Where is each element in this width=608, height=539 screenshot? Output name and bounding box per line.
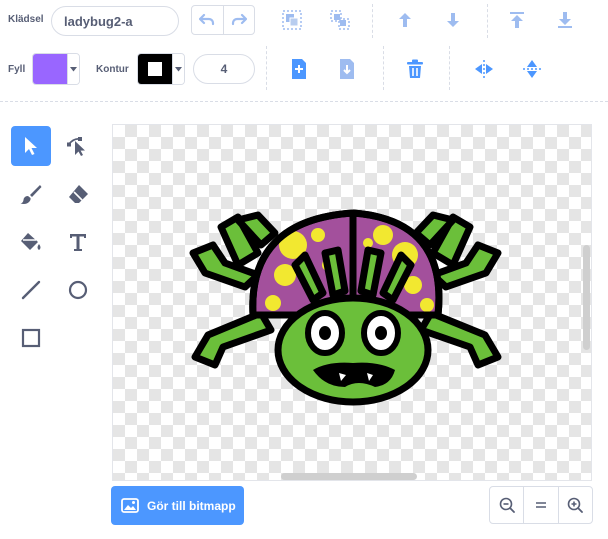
- group-icon: [282, 10, 302, 30]
- forward-icon: [399, 13, 411, 27]
- fill-tool[interactable]: [11, 222, 51, 262]
- brush-icon: [20, 185, 42, 204]
- toolbar-divider: [383, 46, 384, 90]
- chevron-down-icon: [175, 66, 182, 71]
- zoom-out-icon: [499, 497, 515, 513]
- undo-icon: [199, 13, 215, 26]
- ungroup-button[interactable]: [326, 6, 354, 34]
- zoom-controls: [489, 486, 593, 524]
- undo-button[interactable]: [192, 6, 223, 34]
- convert-to-bitmap-button[interactable]: Gör till bitmapp: [111, 486, 244, 525]
- zoom-in-icon: [568, 497, 584, 513]
- text-tool[interactable]: [58, 222, 98, 262]
- text-icon: [70, 234, 86, 251]
- toolbar-divider: [449, 46, 450, 90]
- rectangle-tool[interactable]: [11, 318, 51, 358]
- paint-bucket-icon: [21, 233, 41, 250]
- reshape-tool[interactable]: [58, 126, 98, 166]
- outline-width-input[interactable]: [193, 54, 255, 84]
- flip-horizontal-button[interactable]: [470, 55, 498, 83]
- vertical-scrollbar[interactable]: [583, 245, 590, 350]
- costume-name-input[interactable]: [51, 6, 179, 36]
- flip-vertical-icon: [523, 60, 541, 78]
- back-button[interactable]: [551, 6, 579, 34]
- horizontal-scrollbar[interactable]: [281, 473, 417, 480]
- fill-color-picker[interactable]: [32, 53, 80, 85]
- rectangle-icon: [21, 328, 41, 348]
- reshape-icon: [67, 137, 85, 156]
- zoom-in-button[interactable]: [557, 487, 592, 523]
- backward-icon: [447, 13, 459, 27]
- ungroup-icon: [330, 10, 350, 30]
- ladybug-costume[interactable]: [113, 125, 592, 481]
- redo-button[interactable]: [222, 6, 255, 34]
- copy-button[interactable]: [285, 55, 313, 83]
- flip-vertical-button[interactable]: [518, 55, 546, 83]
- flip-horizontal-icon: [475, 60, 493, 78]
- paint-canvas[interactable]: [112, 124, 592, 481]
- delete-icon: [407, 59, 423, 78]
- toolbar-divider: [266, 46, 267, 90]
- front-icon: [510, 12, 524, 28]
- chevron-down-icon: [70, 66, 77, 71]
- fill-label: Fyll: [8, 64, 26, 75]
- line-tool[interactable]: [11, 270, 51, 310]
- paste-button[interactable]: [333, 55, 361, 83]
- delete-button[interactable]: [401, 55, 429, 83]
- eraser-icon: [69, 185, 88, 203]
- toolbar-bottom-divider: [0, 101, 608, 102]
- costume-name-label: Klädsel: [8, 14, 44, 25]
- outline-color-swatch: [138, 54, 172, 84]
- copy-icon: [292, 59, 306, 79]
- zoom-out-button[interactable]: [490, 487, 523, 523]
- zoom-reset-icon: [535, 502, 546, 508]
- redo-icon: [231, 13, 247, 26]
- front-button[interactable]: [503, 6, 531, 34]
- backward-button[interactable]: [439, 6, 467, 34]
- toolbar-divider: [487, 4, 488, 38]
- fill-color-swatch: [33, 54, 67, 84]
- line-icon: [21, 280, 41, 300]
- select-arrow-icon: [25, 137, 37, 155]
- group-button[interactable]: [278, 6, 306, 34]
- paste-icon: [340, 59, 354, 79]
- outline-label: Kontur: [96, 64, 129, 75]
- circle-icon: [68, 280, 88, 300]
- brush-tool[interactable]: [11, 174, 51, 214]
- convert-to-bitmap-label: Gör till bitmapp: [147, 498, 236, 513]
- zoom-reset-button[interactable]: [523, 487, 557, 523]
- select-tool[interactable]: [11, 126, 51, 166]
- eraser-tool[interactable]: [58, 174, 98, 214]
- undo-redo-group: [191, 5, 255, 35]
- outline-color-picker[interactable]: [137, 53, 185, 85]
- back-icon: [558, 12, 572, 28]
- toolbar-divider: [372, 4, 373, 38]
- circle-tool[interactable]: [58, 270, 98, 310]
- image-icon: [121, 498, 139, 513]
- forward-button[interactable]: [391, 6, 419, 34]
